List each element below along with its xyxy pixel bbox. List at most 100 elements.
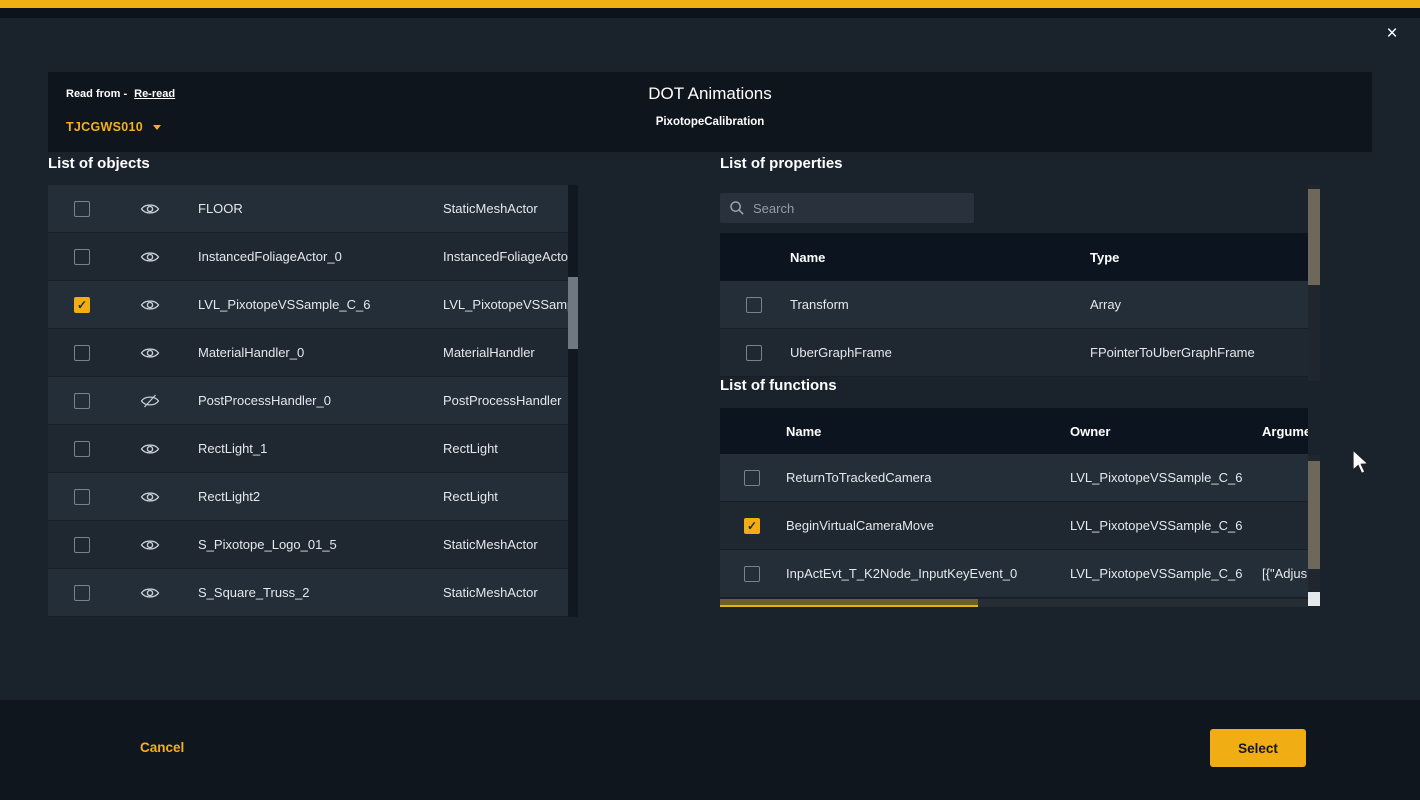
read-from-panel: Read from -Re-read TJCGWS010 DOT Animati…	[48, 72, 1372, 152]
object-row: S_Square_Truss_2StaticMeshActor	[48, 569, 568, 617]
checkbox[interactable]	[74, 249, 90, 265]
property-name: Transform	[788, 297, 1088, 312]
visibility-icon[interactable]	[116, 442, 184, 456]
properties-scrollbar-thumb[interactable]	[1308, 189, 1320, 285]
functions-table-header: Name Owner Arguments	[720, 408, 1308, 454]
object-row: FLOORStaticMeshActor	[48, 185, 568, 233]
objects-heading: List of objects	[48, 155, 150, 172]
checkbox-cell	[720, 297, 788, 313]
object-row: RectLight_1RectLight	[48, 425, 568, 473]
properties-scrollbar-track[interactable]	[1308, 185, 1320, 381]
dialog-subtitle: PixotopeCalibration	[48, 116, 1372, 128]
checkbox-cell	[48, 441, 116, 457]
functions-hscrollbar-thumb[interactable]	[720, 599, 978, 607]
column-header-arguments: Arguments	[1258, 424, 1308, 439]
object-name: RectLight_1	[184, 441, 429, 456]
object-name: S_Pixotope_Logo_01_5	[184, 537, 429, 552]
visibility-icon[interactable]	[116, 586, 184, 600]
checkbox[interactable]	[74, 585, 90, 601]
brand-accent-bar	[0, 0, 1420, 8]
checkbox[interactable]	[74, 201, 90, 217]
checkbox-cell	[720, 470, 784, 486]
properties-rows: TransformArray UberGraphFrameFPointerToUb…	[720, 281, 1308, 377]
properties-table-header: Name Type	[720, 233, 1308, 281]
checkbox-checked[interactable]: ✓	[744, 518, 760, 534]
visibility-icon[interactable]	[116, 250, 184, 264]
functions-table: Name Owner Arguments ReturnToTrackedCame…	[720, 408, 1308, 598]
function-owner: LVL_PixotopeVSSample_C_6	[1068, 566, 1258, 581]
checkbox[interactable]	[744, 566, 760, 582]
checkbox-cell	[48, 585, 116, 601]
visibility-icon[interactable]	[116, 298, 184, 312]
object-row: S_Pixotope_Logo_01_5StaticMeshActor	[48, 521, 568, 569]
object-row: MaterialHandler_0MaterialHandler	[48, 329, 568, 377]
visibility-icon[interactable]	[116, 538, 184, 552]
mouse-cursor	[1350, 448, 1370, 476]
function-name: ReturnToTrackedCamera	[784, 470, 1068, 485]
object-row: InstancedFoliageActor_0InstancedFoliageA…	[48, 233, 568, 281]
checkbox-cell	[48, 393, 116, 409]
objects-table: FLOORStaticMeshActorInstancedFoliageActo…	[48, 185, 568, 617]
search-input[interactable]	[753, 201, 965, 216]
checkbox-checked[interactable]: ✓	[74, 297, 90, 313]
checkbox[interactable]	[74, 489, 90, 505]
visibility-off-icon[interactable]	[116, 394, 184, 408]
function-arguments: [{"Adjus	[1258, 566, 1308, 581]
checkbox[interactable]	[74, 345, 90, 361]
select-button[interactable]: Select	[1210, 729, 1306, 767]
object-row: ✓LVL_PixotopeVSSample_C_6LVL_PixotopeVSS…	[48, 281, 568, 329]
functions-scrollbar-track[interactable]	[1308, 455, 1320, 591]
function-row: ReturnToTrackedCameraLVL_PixotopeVSSampl…	[720, 454, 1308, 502]
property-name: UberGraphFrame	[788, 345, 1088, 360]
object-name: InstancedFoliageActor_0	[184, 249, 429, 264]
object-row: RectLight2RectLight	[48, 473, 568, 521]
checkbox-cell	[720, 566, 784, 582]
checkbox-cell	[48, 201, 116, 217]
property-row: UberGraphFrameFPointerToUberGraphFrame	[720, 329, 1308, 377]
object-type: RectLight	[429, 489, 568, 504]
close-icon[interactable]: ×	[1380, 22, 1404, 46]
column-header-owner: Owner	[1068, 424, 1258, 439]
checkbox-cell: ✓	[720, 518, 784, 534]
visibility-icon[interactable]	[116, 202, 184, 216]
object-type: RectLight	[429, 441, 568, 456]
properties-search[interactable]	[720, 193, 974, 223]
object-name: RectLight2	[184, 489, 429, 504]
column-header-type: Type	[1088, 250, 1308, 265]
functions-scrollbar-thumb[interactable]	[1308, 461, 1320, 569]
object-name: MaterialHandler_0	[184, 345, 429, 360]
search-icon	[729, 200, 745, 216]
visibility-icon[interactable]	[116, 346, 184, 360]
dialog-footer: Cancel Select	[0, 700, 1420, 800]
checkbox-cell	[48, 489, 116, 505]
functions-hscrollbar-track[interactable]	[720, 599, 1308, 607]
visibility-icon[interactable]	[116, 490, 184, 504]
object-type: LVL_PixotopeVSSample_C	[429, 297, 568, 312]
object-type: StaticMeshActor	[429, 585, 568, 600]
object-name: S_Square_Truss_2	[184, 585, 429, 600]
checkbox-cell	[48, 249, 116, 265]
properties-heading: List of properties	[720, 155, 843, 172]
checkbox[interactable]	[74, 441, 90, 457]
function-owner: LVL_PixotopeVSSample_C_6	[1068, 470, 1258, 485]
function-name: BeginVirtualCameraMove	[784, 518, 1068, 533]
checkbox-cell	[48, 345, 116, 361]
dialog-title: DOT Animations	[48, 84, 1372, 104]
checkbox[interactable]	[74, 537, 90, 553]
function-name: InpActEvt_T_K2Node_InputKeyEvent_0	[784, 566, 1068, 581]
function-owner: LVL_PixotopeVSSample_C_6	[1068, 518, 1258, 533]
object-type: StaticMeshActor	[429, 201, 568, 216]
property-type: Array	[1088, 297, 1308, 312]
object-type: MaterialHandler	[429, 345, 568, 360]
property-type: FPointerToUberGraphFrame	[1088, 345, 1308, 360]
checkbox[interactable]	[746, 345, 762, 361]
checkbox[interactable]	[746, 297, 762, 313]
cancel-button[interactable]: Cancel	[140, 740, 184, 755]
objects-scrollbar-thumb[interactable]	[568, 277, 578, 349]
objects-rows: FLOORStaticMeshActorInstancedFoliageActo…	[48, 185, 568, 617]
column-header-name: Name	[784, 424, 1068, 439]
dialog: × Read from -Re-read TJCGWS010 DOT Anima…	[0, 0, 1420, 800]
checkbox[interactable]	[74, 393, 90, 409]
objects-scrollbar-track[interactable]	[568, 185, 578, 617]
checkbox[interactable]	[744, 470, 760, 486]
